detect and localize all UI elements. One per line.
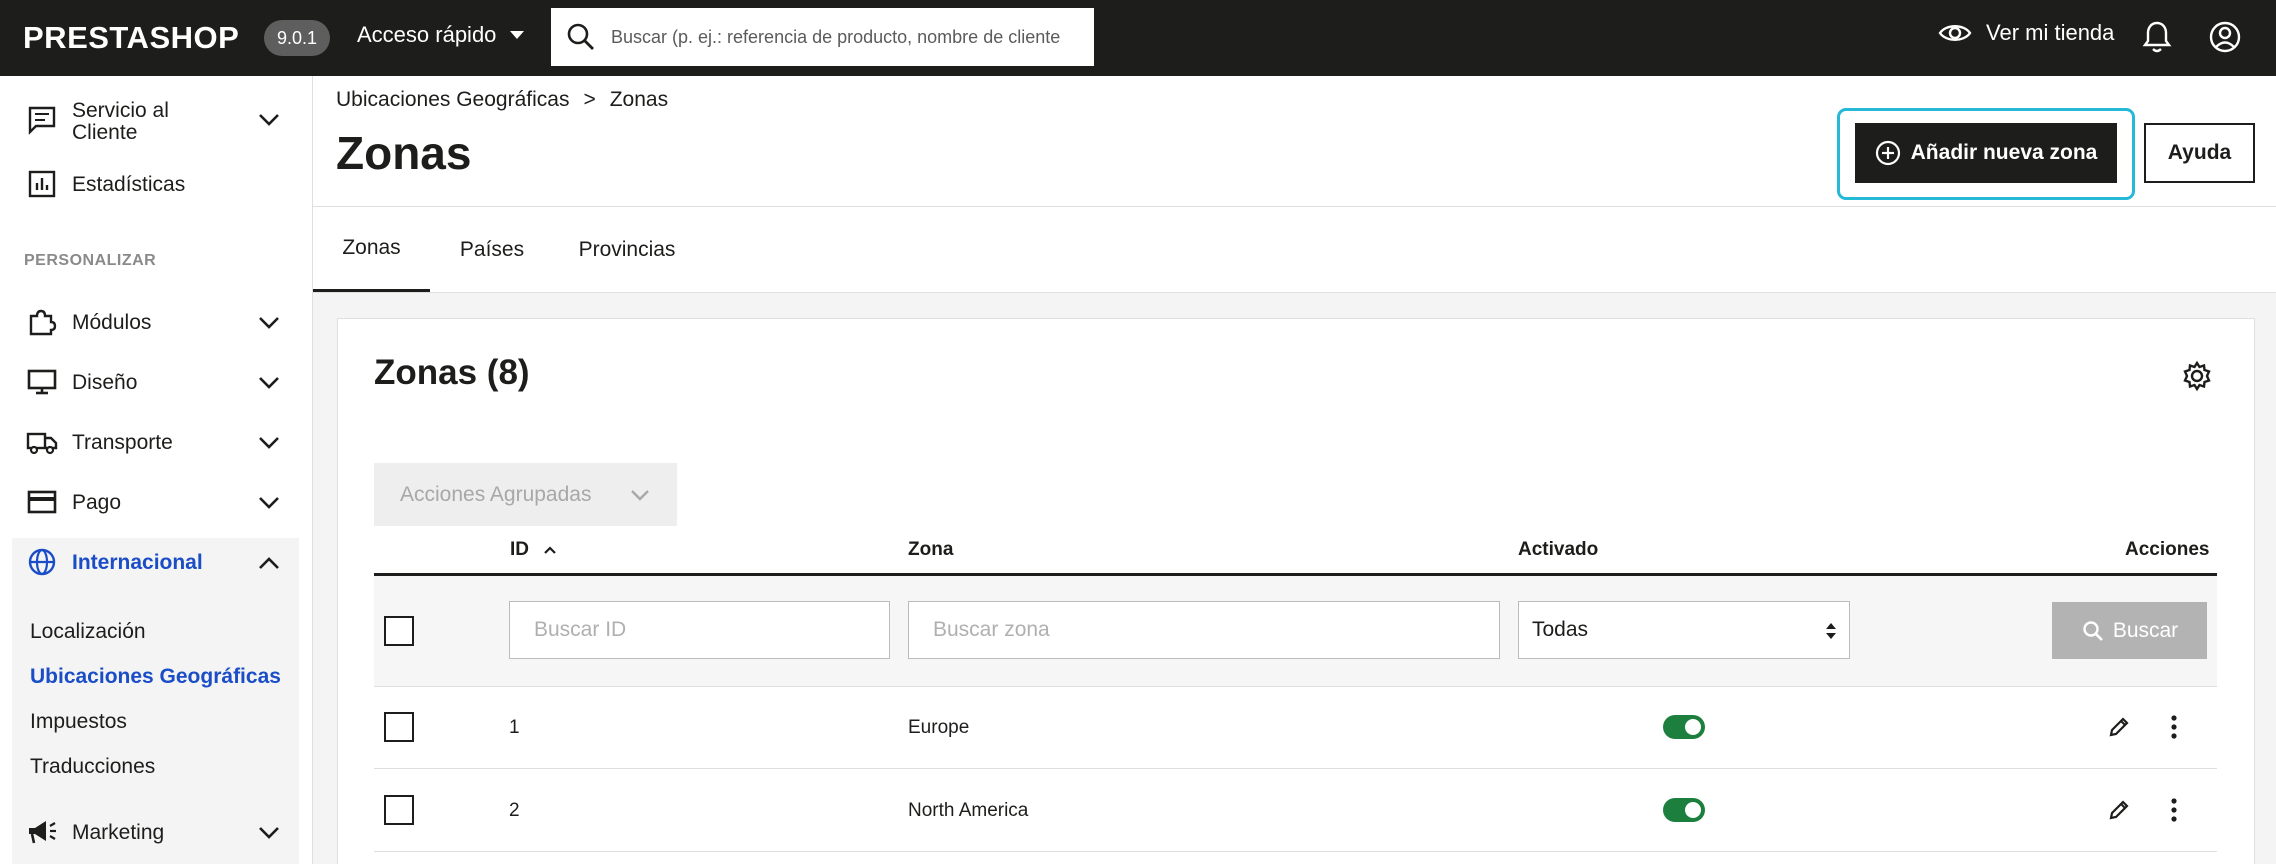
version-badge: 9.0.1 [264, 20, 331, 56]
chevron-down-icon [259, 114, 279, 126]
chevron-down-icon [259, 497, 279, 509]
sort-ascending-icon [544, 546, 556, 554]
chevron-down-icon [259, 827, 279, 839]
column-header-actions: Acciones [2125, 539, 2210, 560]
megaphone-icon [26, 816, 58, 848]
sidebar-item-label: Servicio al Cliente [72, 99, 169, 144]
sidebar-item-label: Internacional [72, 551, 203, 574]
help-button[interactable]: Ayuda [2144, 123, 2255, 183]
logo[interactable]: PRESTASHOP [23, 20, 239, 56]
sidebar-item-label: Módulos [72, 311, 152, 334]
puzzle-icon [26, 306, 58, 338]
sidebar-subitem-locations[interactable]: Ubicaciones Geográficas [30, 665, 281, 689]
row-checkbox[interactable] [384, 795, 414, 825]
eye-icon [1938, 25, 1972, 41]
row-divider [374, 686, 2217, 687]
sidebar-item-international[interactable]: Internacional [0, 542, 312, 582]
caret-down-icon [510, 31, 525, 39]
row-zone: Europe [908, 717, 970, 738]
row-id: 2 [509, 800, 520, 821]
filter-enabled-value: Todas [1532, 618, 1589, 641]
bulk-actions-button[interactable]: Acciones Agrupadas [374, 463, 677, 526]
grid-title: Zonas (8) [374, 353, 530, 392]
view-shop-label: Ver mi tienda [1986, 20, 2115, 45]
search-icon [2083, 620, 2103, 641]
search-input[interactable] [611, 22, 1081, 52]
row-divider [374, 768, 2217, 769]
page-title: Zonas [336, 127, 472, 179]
breadcrumb-separator: > [583, 88, 596, 111]
filter-zone-input[interactable] [908, 601, 1500, 659]
row-enabled-toggle[interactable] [1663, 715, 1705, 739]
chevron-down-icon [631, 490, 649, 501]
monitor-icon [26, 366, 58, 398]
more-actions-icon[interactable] [2169, 797, 2179, 823]
stats-chart-icon [26, 168, 58, 200]
credit-card-icon [26, 486, 58, 518]
add-zone-button[interactable]: Añadir nueva zona [1855, 123, 2117, 183]
column-header-enabled[interactable]: Activado [1518, 539, 1598, 561]
column-header-id[interactable]: ID [510, 539, 557, 561]
chevron-up-icon [259, 557, 279, 569]
sidebar-item-marketing[interactable]: Marketing [0, 812, 312, 852]
column-header-zone[interactable]: Zona [908, 539, 953, 561]
sidebar-item-design[interactable]: Diseño [0, 362, 312, 402]
select-all-checkbox[interactable] [384, 616, 414, 646]
quick-access-dropdown[interactable]: Acceso rápido [357, 22, 525, 48]
view-shop-link[interactable]: Ver mi tienda [1938, 20, 2114, 46]
top-bar: PRESTASHOP 9.0.1 Acceso rápido Ver mi ti… [0, 0, 2276, 76]
more-actions-icon[interactable] [2169, 714, 2179, 740]
section-label: PERSONALIZAR [24, 252, 157, 269]
plus-circle-icon [1875, 140, 1900, 166]
sidebar-item-modules[interactable]: Módulos [0, 302, 312, 342]
tab-states[interactable]: Provincias [554, 207, 700, 293]
globe-icon [26, 546, 58, 578]
select-arrows-icon [1826, 623, 1836, 639]
filter-search-button[interactable]: Buscar [2052, 602, 2207, 659]
edit-pencil-icon[interactable] [2107, 715, 2131, 739]
chevron-down-icon [259, 317, 279, 329]
row-zone: North America [908, 800, 1029, 821]
sidebar-subitem-translations[interactable]: Traducciones [30, 755, 155, 779]
bulk-actions-label: Acciones Agrupadas [400, 482, 592, 506]
edit-pencil-icon[interactable] [2107, 798, 2131, 822]
sidebar-item-label: Transporte [72, 431, 173, 454]
filter-id-input[interactable] [509, 601, 890, 659]
row-id: 1 [509, 717, 520, 738]
sidebar-item-shipping[interactable]: Transporte [0, 422, 312, 462]
row-checkbox[interactable] [384, 712, 414, 742]
search-bar [551, 8, 1094, 66]
search-button-label: Buscar [2112, 618, 2179, 642]
sidebar-item-label: Estadísticas [72, 173, 186, 196]
sidebar-item-payment[interactable]: Pago [0, 482, 312, 522]
chat-icon [26, 104, 58, 136]
sidebar-item-label: Diseño [72, 371, 138, 394]
sidebar-item-label: Pago [72, 491, 122, 514]
sidebar-item-customer-service[interactable]: Servicio al Cliente [0, 96, 312, 146]
breadcrumb-current: Zonas [609, 88, 669, 111]
gear-icon[interactable] [2181, 360, 2213, 397]
add-zone-label: Añadir nueva zona [1910, 141, 2098, 164]
search-icon [567, 23, 594, 50]
column-header-id-label: ID [510, 539, 529, 560]
row-divider [374, 851, 2217, 852]
tabs: Zonas Países Provincias [313, 207, 2276, 293]
sidebar-item-label: Marketing [72, 821, 165, 844]
sidebar-subitem-taxes[interactable]: Impuestos [30, 710, 127, 734]
quick-access-label: Acceso rápido [357, 22, 497, 47]
notifications-bell-icon[interactable] [2142, 19, 2172, 60]
user-account-icon[interactable] [2208, 20, 2242, 59]
sidebar-item-stats[interactable]: Estadísticas [0, 164, 312, 204]
row-enabled-toggle[interactable] [1663, 798, 1705, 822]
chevron-down-icon [259, 437, 279, 449]
breadcrumb-parent-link[interactable]: Ubicaciones Geográficas [336, 88, 569, 112]
sidebar-subitem-localization[interactable]: Localización [30, 620, 146, 644]
truck-icon [26, 426, 58, 458]
chevron-down-icon [259, 377, 279, 389]
tab-zones[interactable]: Zonas [313, 207, 430, 293]
tab-countries[interactable]: Países [430, 207, 554, 293]
filter-enabled-select[interactable]: Todas [1518, 601, 1850, 659]
breadcrumb: Ubicaciones Geográficas > Zonas [336, 88, 668, 112]
sidebar: Servicio al Cliente Estadísticas PERSONA… [0, 76, 313, 864]
